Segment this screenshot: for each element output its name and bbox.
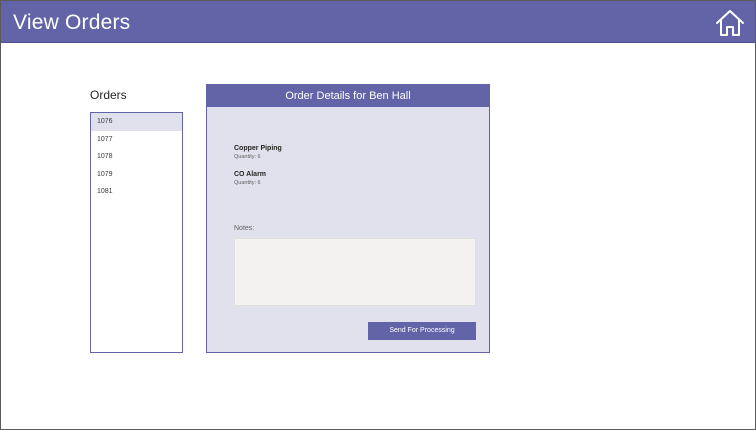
- line-item-quantity: Quantity: 6: [234, 154, 261, 160]
- orders-label: Orders: [90, 88, 127, 102]
- app-window: View Orders Orders 1076 1077 1078 1079 1…: [0, 0, 756, 430]
- order-details-panel: Order Details for Ben Hall Copper Piping…: [206, 84, 490, 353]
- order-item-1078[interactable]: 1078: [91, 148, 182, 166]
- order-details-title: Order Details for Ben Hall: [207, 85, 489, 107]
- line-item: CO Alarm Quantity: 6: [234, 170, 266, 187]
- home-button[interactable]: [713, 8, 747, 38]
- app-header: View Orders: [1, 1, 755, 43]
- line-item-quantity: Quantity: 6: [234, 180, 261, 186]
- line-item: Copper Piping Quantity: 6: [234, 144, 282, 161]
- order-item-1077[interactable]: 1077: [91, 131, 182, 149]
- notes-input[interactable]: [234, 238, 476, 306]
- send-for-processing-button[interactable]: Send For Processing: [368, 322, 476, 340]
- home-icon: [716, 10, 744, 36]
- order-item-1076[interactable]: 1076: [91, 113, 182, 131]
- notes-label: Notes:: [234, 225, 255, 232]
- order-item-1081[interactable]: 1081: [91, 183, 182, 201]
- line-item-name: CO Alarm: [234, 171, 267, 178]
- page-title: View Orders: [13, 11, 131, 34]
- order-item-1079[interactable]: 1079: [91, 166, 182, 184]
- line-item-name: Copper Piping: [234, 145, 282, 152]
- orders-list[interactable]: 1076 1077 1078 1079 1081: [90, 112, 183, 353]
